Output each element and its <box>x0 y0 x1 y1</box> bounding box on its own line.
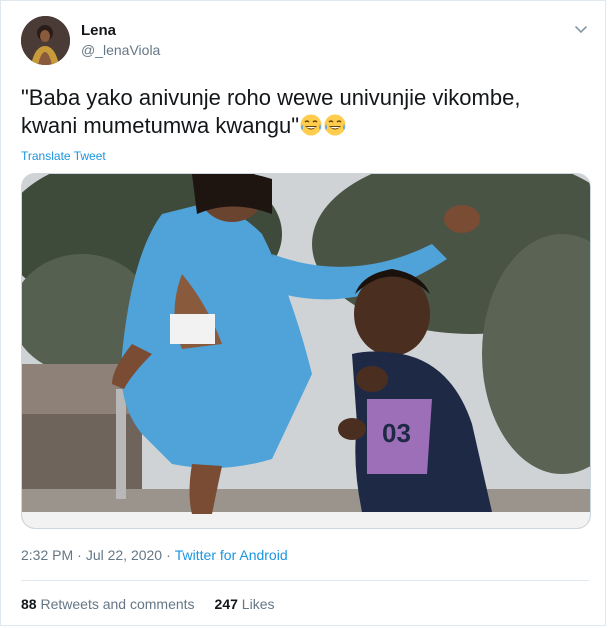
likes-label: Likes <box>241 596 275 612</box>
tweet-time[interactable]: 2:32 PM <box>21 547 73 563</box>
translate-tweet-link[interactable]: Translate Tweet <box>21 149 106 163</box>
meta-separator: · <box>77 547 82 563</box>
meta-separator: · <box>166 547 171 563</box>
tweet-text-line2: kwani mumetumwa kwangu" <box>21 113 300 138</box>
tweet-card: Lena @_lenaViola "Baba yako anivunje roh… <box>0 0 606 626</box>
tweet-stats: 88 Retweets and comments 247 Likes <box>21 596 274 612</box>
retweets-count: 88 <box>21 596 37 612</box>
likes-stat[interactable]: 247 Likes <box>215 596 275 612</box>
tweet-date[interactable]: Jul 22, 2020 <box>86 547 162 563</box>
retweets-stat[interactable]: 88 Retweets and comments <box>21 596 195 612</box>
retweets-label: Retweets and comments <box>40 596 195 612</box>
tears-of-joy-icon <box>323 113 347 144</box>
tweet-source-link[interactable]: Twitter for Android <box>175 547 288 563</box>
tweet-text: "Baba yako anivunje roho wewe univunjie … <box>21 84 581 144</box>
tweet-photo[interactable]: 03 <box>21 173 591 529</box>
divider <box>21 580 589 581</box>
avatar[interactable] <box>21 16 70 65</box>
tweet-text-line1: "Baba yako anivunje roho wewe univunjie … <box>21 85 521 110</box>
tweet-meta: 2:32 PM · Jul 22, 2020 · Twitter for Android <box>21 547 288 563</box>
likes-count: 247 <box>214 596 238 612</box>
tears-of-joy-icon <box>299 113 323 144</box>
svg-text:03: 03 <box>382 418 411 448</box>
chevron-down-icon[interactable] <box>573 21 589 37</box>
author-name[interactable]: Lena <box>81 22 116 39</box>
author-handle[interactable]: @_lenaViola <box>81 42 160 58</box>
